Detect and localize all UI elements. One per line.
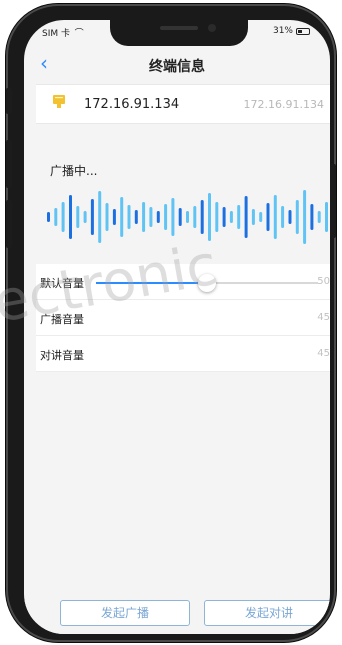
waveform-bar (237, 205, 241, 229)
waveform-bar (76, 206, 80, 228)
waveform-bar (105, 203, 109, 231)
carrier-label: SIM 卡 (42, 29, 70, 39)
audio-waveform (47, 190, 328, 244)
device-ip-secondary: 172.16.91.134 (243, 98, 324, 111)
waveform-bar (281, 206, 285, 228)
waveform-bar (215, 202, 219, 232)
volume-row-broadcast[interactable]: 广播音量 45 (36, 300, 330, 336)
battery-info: 31% (273, 26, 310, 36)
waveform-bar (266, 203, 270, 231)
waveform-bar (54, 208, 58, 226)
waveform-bar (127, 205, 131, 229)
earpiece (160, 26, 198, 30)
action-bar: 发起广播 发起对讲 (24, 600, 330, 634)
navigation-bar: ‹ 终端信息 (24, 48, 330, 80)
waveform-bar (156, 211, 160, 223)
waveform-bar (112, 209, 116, 225)
waveform-bar (295, 200, 299, 234)
wifi-icon: ⌒ (72, 29, 84, 39)
start-broadcast-button[interactable]: 发起广播 (60, 600, 190, 626)
volume-up-button (6, 140, 12, 188)
volume-down-button (6, 200, 12, 248)
page-title: 终端信息 (149, 59, 205, 75)
carrier-info: SIM 卡 ⌒ (42, 26, 84, 39)
waveform-bar (259, 212, 263, 222)
waveform-bar (142, 202, 146, 232)
front-camera (208, 24, 216, 32)
waveform-bar (186, 211, 189, 223)
waveform-bar (288, 210, 292, 224)
volume-row-default: 默认音量 50 (36, 264, 330, 300)
power-button (330, 164, 336, 238)
broadcast-status: 广播中... (50, 164, 98, 178)
device-ip: 172.16.91.134 (84, 97, 180, 112)
device-info-row: 172.16.91.134 172.16.91.134 (36, 84, 330, 124)
speaker-device-icon (53, 95, 65, 108)
slider-fill (96, 282, 207, 284)
waveform-bar (171, 198, 175, 236)
waveform-bar (90, 199, 94, 235)
waveform-bar (229, 211, 233, 223)
waveform-bar (61, 202, 65, 232)
waveform-bar (134, 210, 138, 224)
waveform-bar (310, 204, 314, 230)
waveform-bar (83, 211, 87, 223)
broadcast-panel: 广播中... (36, 128, 330, 260)
waveform-bar (164, 204, 168, 230)
battery-icon (296, 27, 310, 35)
battery-percent: 31% (272, 26, 293, 36)
phone-frame: SIM 卡 ⌒ 31% ‹ 终端信息 172.16.91.134 172.16.… (6, 4, 336, 642)
waveform-bar (69, 195, 72, 239)
screen: SIM 卡 ⌒ 31% ‹ 终端信息 172.16.91.134 172.16.… (24, 20, 330, 634)
waveform-bar (251, 209, 255, 225)
empty-area (36, 396, 330, 586)
default-volume-slider[interactable] (96, 274, 318, 292)
waveform-bar (273, 195, 277, 239)
waveform-bar (178, 208, 182, 226)
waveform-bar (149, 207, 153, 227)
slider-thumb[interactable] (198, 274, 216, 292)
waveform-bar (244, 196, 248, 238)
volume-value: 45 (317, 312, 330, 323)
volume-label: 对讲音量 (40, 349, 84, 362)
waveform-bar (208, 193, 211, 241)
start-intercom-button[interactable]: 发起对讲 (204, 600, 330, 626)
waveform-bar (317, 211, 321, 223)
volume-label: 默认音量 (40, 277, 84, 290)
waveform-bar (98, 191, 102, 243)
waveform-bar (47, 212, 50, 222)
waveform-bar (325, 202, 328, 232)
waveform-bar (303, 190, 307, 244)
volume-row-intercom[interactable]: 对讲音量 45 (36, 336, 330, 372)
mute-switch (6, 88, 12, 114)
notch (110, 20, 248, 46)
volume-value: 50 (317, 276, 330, 287)
waveform-bar (193, 206, 197, 228)
volume-value: 45 (317, 348, 330, 359)
waveform-bar (200, 200, 204, 234)
waveform-bar (120, 197, 124, 237)
volume-label: 广播音量 (40, 313, 84, 326)
waveform-bar (222, 207, 226, 227)
